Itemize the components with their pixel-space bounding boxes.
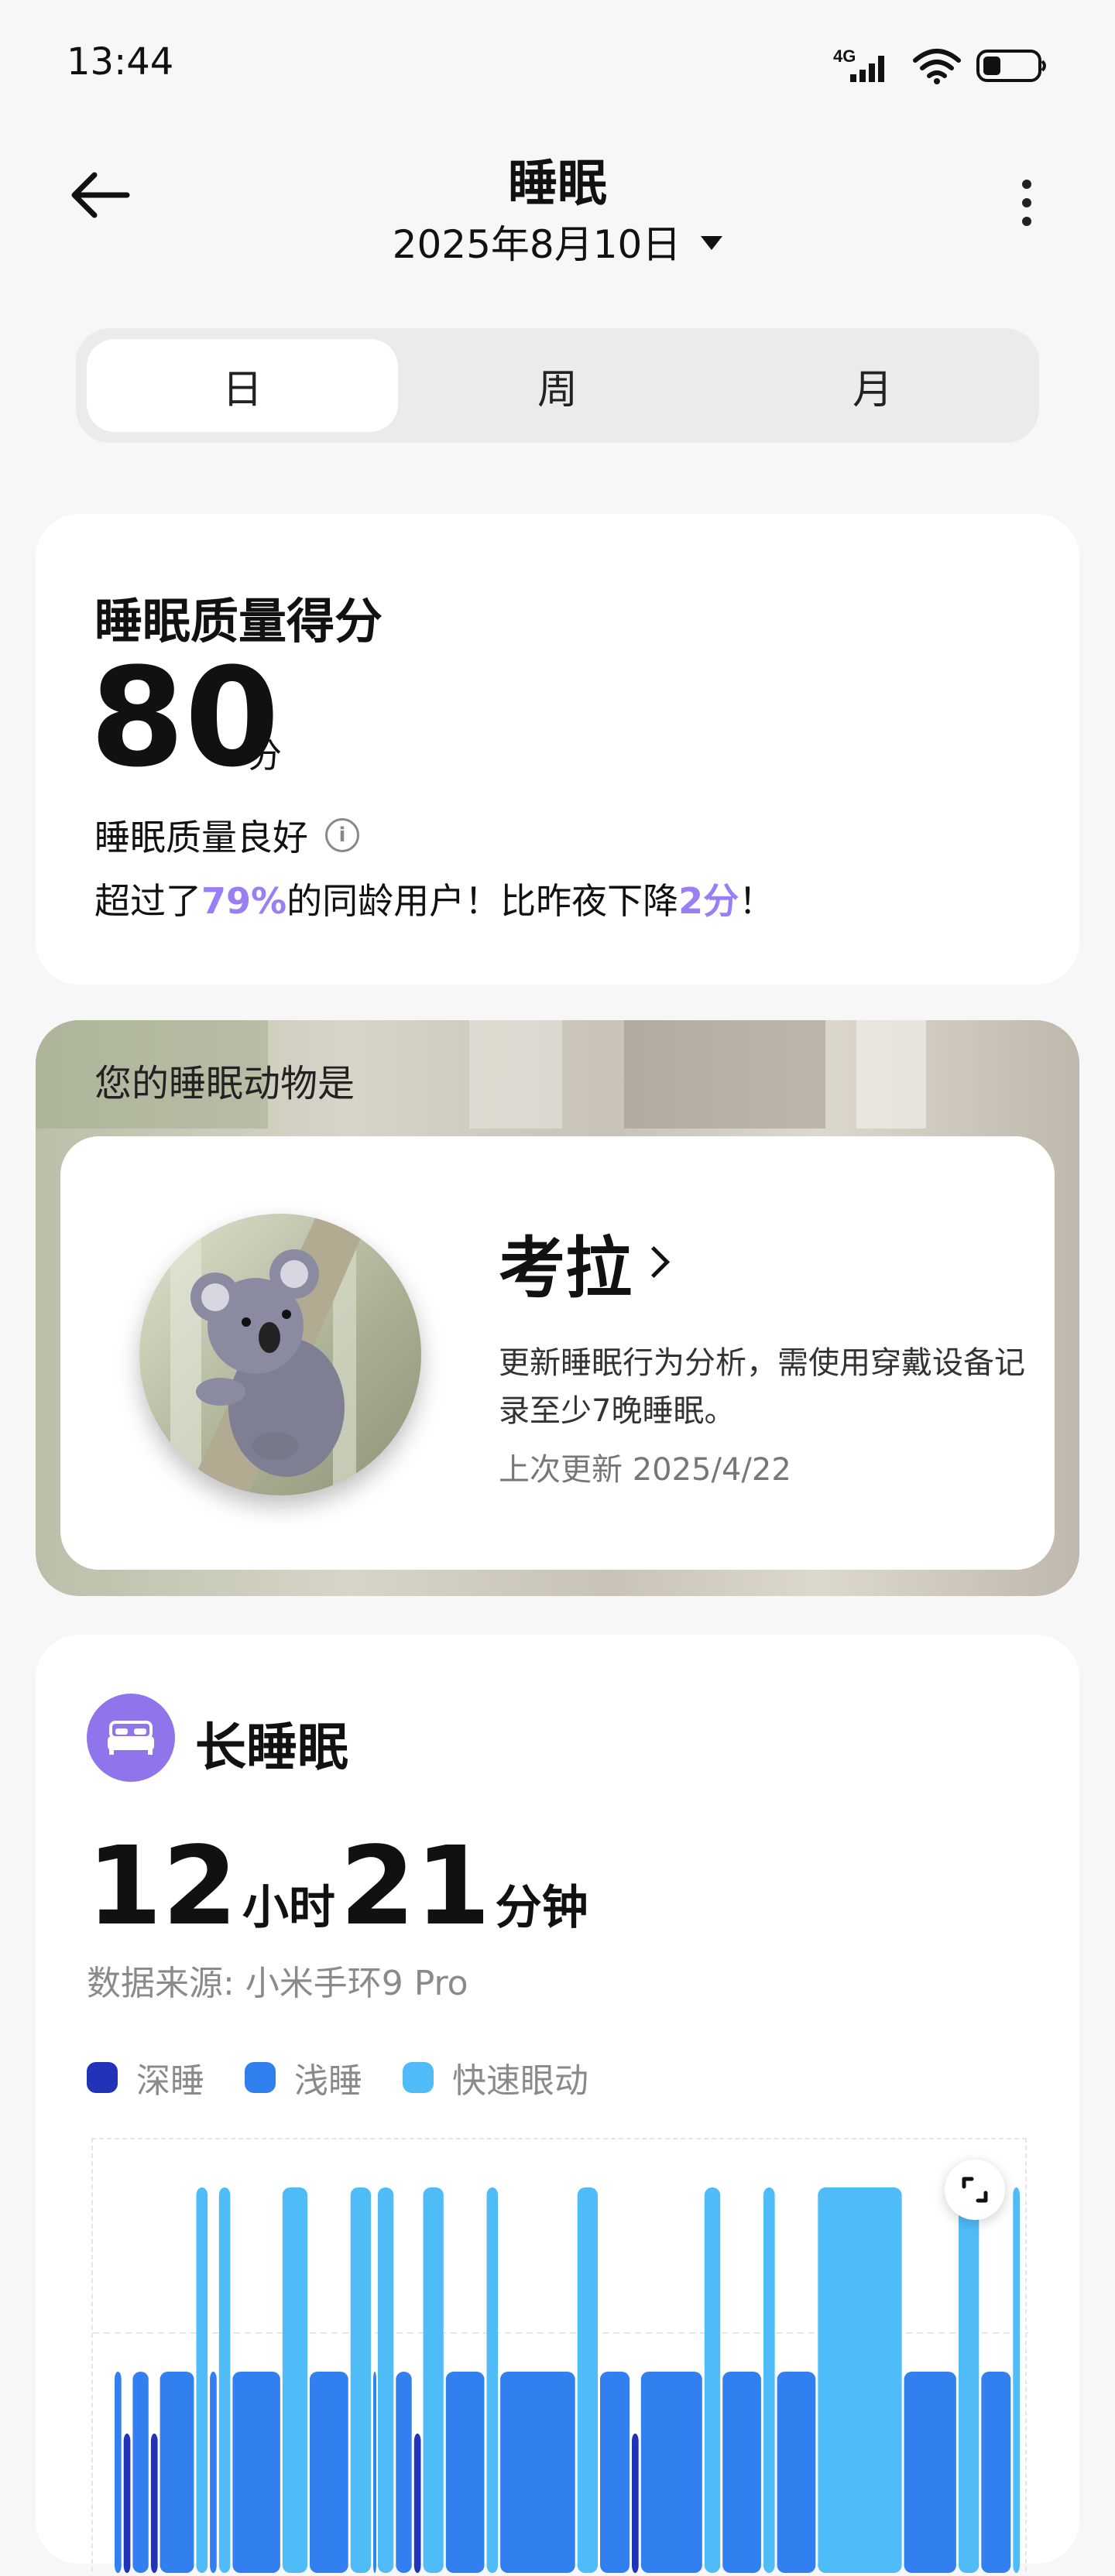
sleep-stage-segment-rem xyxy=(350,2187,371,2573)
sleep-stage-segment-light xyxy=(396,2372,412,2573)
duration-hours: 12 xyxy=(87,1824,238,1950)
sleep-stage-segment-rem xyxy=(377,2187,394,2573)
long-sleep-card: 长睡眠 12 小时 21 分钟 数据来源: 小米手环9 Pro 深睡 浅睡 快速… xyxy=(36,1635,1079,2573)
data-source: 数据来源: 小米手环9 Pro xyxy=(87,1964,468,2003)
sleep-animal-card[interactable]: 您的睡眠动物是 考拉 更新睡眠行为分析，需使用穿戴设备记录至少7晚睡眠。 上次更… xyxy=(36,1020,1079,1596)
dropdown-triangle-icon xyxy=(701,235,723,250)
sleep-stage-segment-light xyxy=(232,2372,280,2573)
legend-deep: 深睡 xyxy=(87,2053,204,2102)
score-description: 超过了79%的同龄用户！比昨夜下降2分！ xyxy=(94,873,774,924)
sleep-stage-segment-light xyxy=(160,2372,194,2573)
sleep-stage-segment-deep xyxy=(150,2434,158,2573)
desc-mid: 的同龄用户！比昨夜下降 xyxy=(286,880,679,922)
expand-chart-button[interactable] xyxy=(945,2160,1005,2220)
chart-legend: 深睡 浅睡 快速眼动 xyxy=(87,2053,588,2102)
sleep-stage-segment-rem xyxy=(423,2187,444,2573)
sleep-stage-segment-rem xyxy=(818,2187,902,2573)
legend-swatch xyxy=(403,2062,434,2093)
bed-icon xyxy=(87,1694,175,1782)
sleep-stage-segment-rem xyxy=(486,2187,499,2573)
sleep-score-card: 睡眠质量得分 80 分 睡眠质量良好 i 超过了79%的同龄用户！比昨夜下降2分… xyxy=(36,514,1079,985)
animal-name-link[interactable]: 考拉 xyxy=(499,1214,671,1310)
sleep-stage-segment-rem xyxy=(282,2187,307,2573)
sleep-stage-segment-light xyxy=(373,2372,376,2573)
signal-icon: 4G xyxy=(833,46,898,88)
sleep-stage-segment-light xyxy=(132,2372,149,2573)
page-title: 睡眠 xyxy=(508,156,607,213)
sleep-stage-segment-deep xyxy=(413,2434,421,2573)
sleep-stage-segment-light xyxy=(115,2372,122,2573)
tab-week[interactable]: 周 xyxy=(402,339,713,432)
sleep-stage-segment-rem xyxy=(763,2187,775,2573)
status-time: 13:44 xyxy=(67,40,174,84)
hypnogram-svg xyxy=(93,2187,1028,2573)
sleep-stage-segment-deep xyxy=(123,2434,131,2573)
desc-suffix: ！ xyxy=(739,880,775,922)
background-stripe xyxy=(469,1020,562,1129)
sleep-stage-segment-rem xyxy=(218,2187,231,2573)
date-label: 2025年8月10日 xyxy=(392,222,681,267)
sleep-stage-segment-light xyxy=(210,2372,217,2573)
duration-hours-unit: 小时 xyxy=(242,1881,335,1935)
sleep-stage-segment-light xyxy=(777,2372,816,2573)
duration-minutes: 21 xyxy=(339,1824,491,1950)
sleep-stage-segment-light xyxy=(722,2372,761,2573)
expand-icon xyxy=(962,2177,988,2203)
date-selector[interactable]: 2025年8月10日 xyxy=(0,214,1115,269)
legend-label: 快速眼动 xyxy=(452,2061,588,2101)
legend-label: 深睡 xyxy=(136,2061,204,2101)
desc-percent: 79% xyxy=(201,880,287,922)
more-options-icon[interactable] xyxy=(1019,180,1034,226)
desc-points: 2分 xyxy=(678,880,739,922)
info-icon[interactable]: i xyxy=(325,818,359,852)
sleep-duration: 12 小时 21 分钟 xyxy=(87,1833,593,1941)
sleep-stage-segment-rem xyxy=(577,2187,598,2573)
legend-label: 浅睡 xyxy=(294,2061,362,2101)
desc-prefix: 超过了 xyxy=(94,880,201,922)
animal-name: 考拉 xyxy=(499,1230,632,1307)
animal-label: 您的睡眠动物是 xyxy=(94,1062,355,1105)
score-level: 睡眠质量良好 i xyxy=(94,810,359,861)
background-stripe xyxy=(624,1020,825,1129)
score-unit: 分 xyxy=(248,736,282,776)
sleep-stage-segment-light xyxy=(981,2372,1011,2573)
wifi-icon xyxy=(912,46,962,88)
status-icons: 4G xyxy=(833,46,1048,88)
legend-swatch xyxy=(245,2062,276,2093)
sleep-stage-segment-light xyxy=(500,2372,575,2573)
sleep-stage-segment-rem xyxy=(704,2187,721,2573)
sleep-stage-segment-light xyxy=(904,2372,956,2573)
tab-month[interactable]: 月 xyxy=(717,339,1028,432)
legend-swatch xyxy=(87,2062,118,2093)
network-type: 4G xyxy=(833,46,856,66)
duration-minutes-unit: 分钟 xyxy=(495,1881,588,1935)
sleep-stage-segment-rem xyxy=(959,2187,979,2573)
legend-light: 浅睡 xyxy=(245,2053,362,2102)
tab-day[interactable]: 日 xyxy=(87,339,398,432)
score-level-text: 睡眠质量良好 xyxy=(94,817,308,858)
animal-inner-panel: 考拉 更新睡眠行为分析，需使用穿戴设备记录至少7晚睡眠。 上次更新 2025/4… xyxy=(60,1136,1055,1570)
sleep-stage-segment-rem xyxy=(196,2187,208,2573)
legend-rem: 快速眼动 xyxy=(403,2053,588,2102)
koala-illustration xyxy=(139,1214,421,1495)
animal-description: 更新睡眠行为分析，需使用穿戴设备记录至少7晚睡眠。 xyxy=(499,1345,1025,1429)
period-tabs: 日 周 月 xyxy=(76,328,1039,443)
sleep-stage-segment-light xyxy=(445,2372,485,2573)
sleep-stage-segment-light xyxy=(600,2372,630,2573)
battery-icon xyxy=(976,47,1048,87)
sleep-stage-chart[interactable] xyxy=(91,2138,1028,2573)
animal-updated: 上次更新 2025/4/22 xyxy=(499,1452,791,1488)
chevron-right-icon xyxy=(637,1245,671,1279)
sleep-stage-segment-light xyxy=(310,2372,348,2573)
sleep-stage-segment-deep xyxy=(632,2434,639,2573)
long-sleep-title: 长睡眠 xyxy=(195,1718,348,1777)
sleep-stage-segment-rem xyxy=(1013,2187,1020,2573)
sleep-stage-segment-light xyxy=(640,2372,702,2573)
background-stripe xyxy=(856,1020,926,1129)
